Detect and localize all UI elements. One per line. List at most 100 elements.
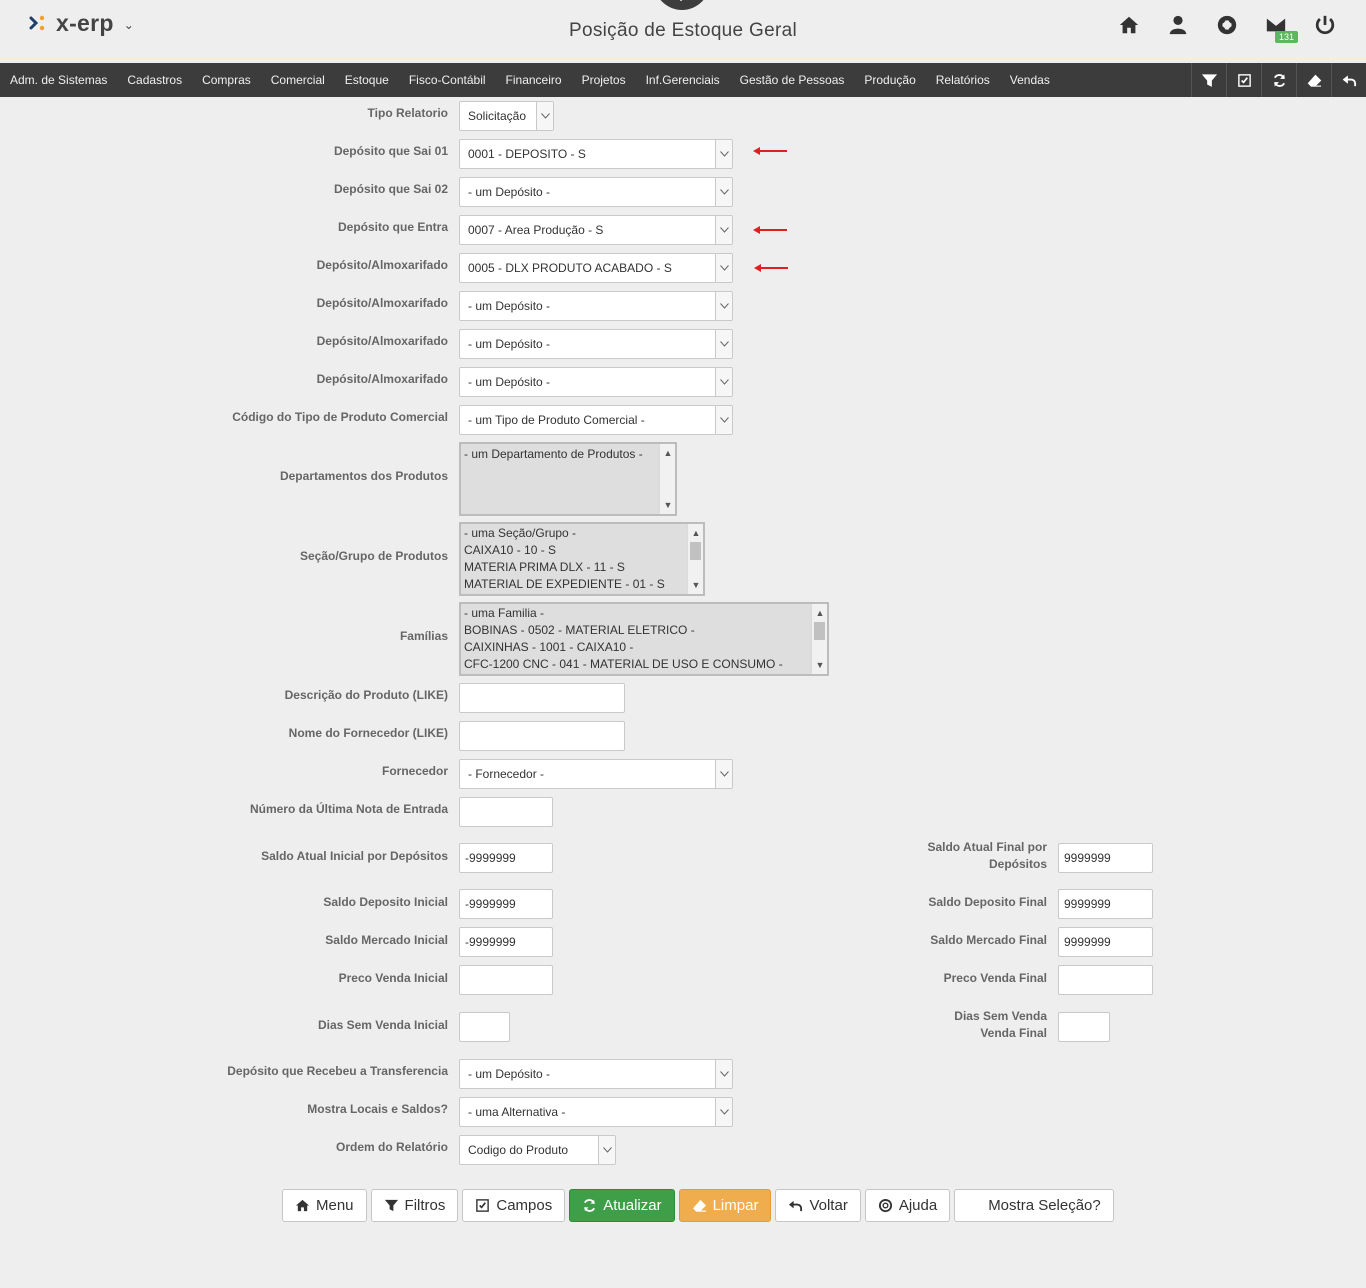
- almoxarifado-1-select[interactable]: 0005 - DLX PRODUTO ACABADO - S: [459, 253, 733, 283]
- list-option[interactable]: - um Departamento de Produtos -: [461, 446, 675, 463]
- nav-item-adm-sistemas[interactable]: Adm. de Sistemas: [0, 63, 117, 97]
- nav-item-financeiro[interactable]: Financeiro: [496, 63, 572, 97]
- power-icon[interactable]: [1312, 12, 1338, 38]
- dias-sem-venda-inicial-input[interactable]: [459, 1012, 510, 1042]
- almoxarifado-4-select[interactable]: - um Depósito -: [459, 367, 733, 397]
- deposito-transferencia-select[interactable]: - um Depósito -: [459, 1059, 733, 1089]
- undo-icon[interactable]: [1331, 63, 1366, 97]
- deposito-sai-02-select[interactable]: - um Depósito -: [459, 177, 733, 207]
- eraser-icon[interactable]: [1296, 63, 1331, 97]
- campos-button-label: Campos: [496, 1197, 553, 1214]
- deposito-sai-01-select[interactable]: 0001 - DEPOSITO - S: [459, 139, 733, 169]
- descricao-produto-input[interactable]: [459, 683, 625, 713]
- preco-venda-inicial-input[interactable]: [459, 965, 553, 995]
- refresh-icon[interactable]: [1261, 63, 1296, 97]
- ultima-nota-label: Número da Última Nota de Entrada: [249, 802, 448, 816]
- nav-item-projetos[interactable]: Projetos: [572, 63, 636, 97]
- saldo-atual-inicial-input[interactable]: -9999999: [459, 843, 553, 873]
- deposito-entra-value: 0007 - Area Produção - S: [468, 223, 604, 237]
- scroll-up-icon[interactable]: ▲: [812, 606, 827, 620]
- list-option[interactable]: CAIXINHAS - 1001 - CAIXA10 -: [461, 639, 827, 656]
- nav-item-relatorios[interactable]: Relatórios: [926, 63, 1000, 97]
- ultima-nota-input[interactable]: [459, 797, 553, 827]
- nav-item-gestao-pessoas[interactable]: Gestão de Pessoas: [730, 63, 855, 97]
- saldo-mercado-inicial-label: Saldo Mercado Inicial: [325, 933, 448, 947]
- saldo-mercado-final-input[interactable]: 9999999: [1058, 927, 1153, 957]
- saldo-atual-final-input[interactable]: 9999999: [1058, 843, 1153, 873]
- dias-sem-venda-final-input[interactable]: [1058, 1012, 1110, 1042]
- chevron-down-icon: [715, 216, 732, 244]
- familias-listbox[interactable]: - uma Familia - BOBINAS - 0502 - MATERIA…: [459, 602, 829, 676]
- preco-venda-final-input[interactable]: [1058, 965, 1153, 995]
- scroll-up-icon[interactable]: ▲: [660, 446, 675, 460]
- list-option[interactable]: CFC-1200 CNC - 041 - MATERIAL DE USO E C…: [461, 656, 827, 673]
- ajuda-button[interactable]: Ajuda: [864, 1189, 951, 1222]
- nav-item-cadastros[interactable]: Cadastros: [117, 63, 192, 97]
- voltar-button[interactable]: Voltar: [775, 1189, 861, 1222]
- nav-item-inf-gerenciais[interactable]: Inf.Gerenciais: [636, 63, 730, 97]
- saldo-mercado-inicial-input[interactable]: -9999999: [459, 927, 553, 957]
- filtros-button[interactable]: Filtros: [370, 1189, 459, 1222]
- lifebuoy-icon[interactable]: [1214, 12, 1240, 38]
- scroll-down-icon[interactable]: ▼: [688, 578, 703, 592]
- almoxarifado-2-select[interactable]: - um Depósito -: [459, 291, 733, 321]
- chevron-down-icon: [715, 178, 732, 206]
- nav-item-vendas[interactable]: Vendas: [1000, 63, 1060, 97]
- limpar-button[interactable]: Limpar: [678, 1189, 772, 1222]
- user-icon[interactable]: [1165, 12, 1191, 38]
- nav-item-comercial[interactable]: Comercial: [261, 63, 335, 97]
- secao-listbox[interactable]: - uma Seção/Grupo - CAIXA10 - 10 - S MAT…: [459, 522, 705, 596]
- nav-item-compras[interactable]: Compras: [192, 63, 261, 97]
- deposito-transferencia-label: Depósito que Recebeu a Transferencia: [227, 1064, 448, 1078]
- deposito-entra-select[interactable]: 0007 - Area Produção - S: [459, 215, 733, 245]
- mostra-selecao-button[interactable]: Mostra Seleção?: [954, 1189, 1114, 1222]
- secao-label: Seção/Grupo de Produtos: [299, 549, 448, 563]
- preco-venda-inicial-label: Preco Venda Inicial: [338, 971, 448, 985]
- list-option[interactable]: MATERIAL DE EXPEDIENTE - 01 - S: [461, 576, 703, 593]
- scrollbar[interactable]: ▲ ▼: [811, 604, 827, 674]
- nome-fornecedor-input[interactable]: [459, 721, 625, 751]
- chevron-down-icon: [715, 406, 732, 434]
- almoxarifado-3-label: Depósito/Almoxarifado: [316, 334, 448, 348]
- tipo-relatorio-select[interactable]: Solicitação: [459, 101, 554, 131]
- checkbox-icon[interactable]: [1226, 63, 1261, 97]
- list-option[interactable]: MATERIA PRIMA DLX - 11 - S: [461, 559, 703, 576]
- scroll-thumb[interactable]: [814, 622, 825, 640]
- list-option[interactable]: - uma Seção/Grupo -: [461, 525, 703, 542]
- campos-button[interactable]: Campos: [462, 1189, 566, 1222]
- preco-venda-final-label: Preco Venda Final: [943, 971, 1047, 985]
- ordem-relatorio-select[interactable]: Codigo do Produto: [459, 1135, 616, 1165]
- atualizar-button[interactable]: Atualizar: [569, 1189, 675, 1222]
- tipo-relatorio-label: Tipo Relatorio: [367, 106, 448, 120]
- deposito-transferencia-value: - um Depósito -: [468, 1067, 551, 1081]
- list-option[interactable]: CAIXA10 - 10 - S: [461, 542, 703, 559]
- almoxarifado-3-select[interactable]: - um Depósito -: [459, 329, 733, 359]
- refresh-icon: [584, 1199, 596, 1212]
- tipo-produto-select[interactable]: - um Tipo de Produto Comercial -: [459, 405, 733, 435]
- chevron-down-icon: ⌄: [676, 0, 686, 4]
- list-option[interactable]: BOBINAS - 0502 - MATERIAL ELETRICO -: [461, 622, 827, 639]
- home-icon[interactable]: [1116, 12, 1142, 38]
- nav-item-fisco-contabil[interactable]: Fisco-Contábil: [399, 63, 496, 97]
- scroll-down-icon[interactable]: ▼: [812, 658, 827, 672]
- nav-item-estoque[interactable]: Estoque: [335, 63, 399, 97]
- saldo-deposito-final-input[interactable]: 9999999: [1058, 889, 1153, 919]
- scroll-down-icon[interactable]: ▼: [660, 498, 675, 512]
- filtros-button-label: Filtros: [404, 1197, 446, 1214]
- menu-button[interactable]: Menu: [282, 1189, 367, 1222]
- nav-item-producao[interactable]: Produção: [854, 63, 925, 97]
- mail-icon[interactable]: 131: [1263, 12, 1299, 43]
- fornecedor-label: Fornecedor: [381, 764, 448, 778]
- mostra-locais-select[interactable]: - uma Alternativa -: [459, 1097, 733, 1127]
- saldo-deposito-inicial-input[interactable]: -9999999: [459, 889, 553, 919]
- scroll-up-icon[interactable]: ▲: [688, 526, 703, 540]
- filter-icon[interactable]: [1191, 63, 1226, 97]
- fornecedor-select[interactable]: - Fornecedor -: [459, 759, 733, 789]
- scrollbar[interactable]: ▲ ▼: [659, 444, 675, 514]
- scrollbar[interactable]: ▲ ▼: [687, 524, 703, 594]
- scroll-thumb[interactable]: [690, 542, 701, 560]
- collapse-header-toggle[interactable]: ⌄: [654, 0, 710, 10]
- familias-label: Famílias: [399, 629, 448, 643]
- list-option[interactable]: - uma Familia -: [461, 605, 827, 622]
- departamentos-listbox[interactable]: - um Departamento de Produtos - ▲ ▼: [459, 442, 677, 516]
